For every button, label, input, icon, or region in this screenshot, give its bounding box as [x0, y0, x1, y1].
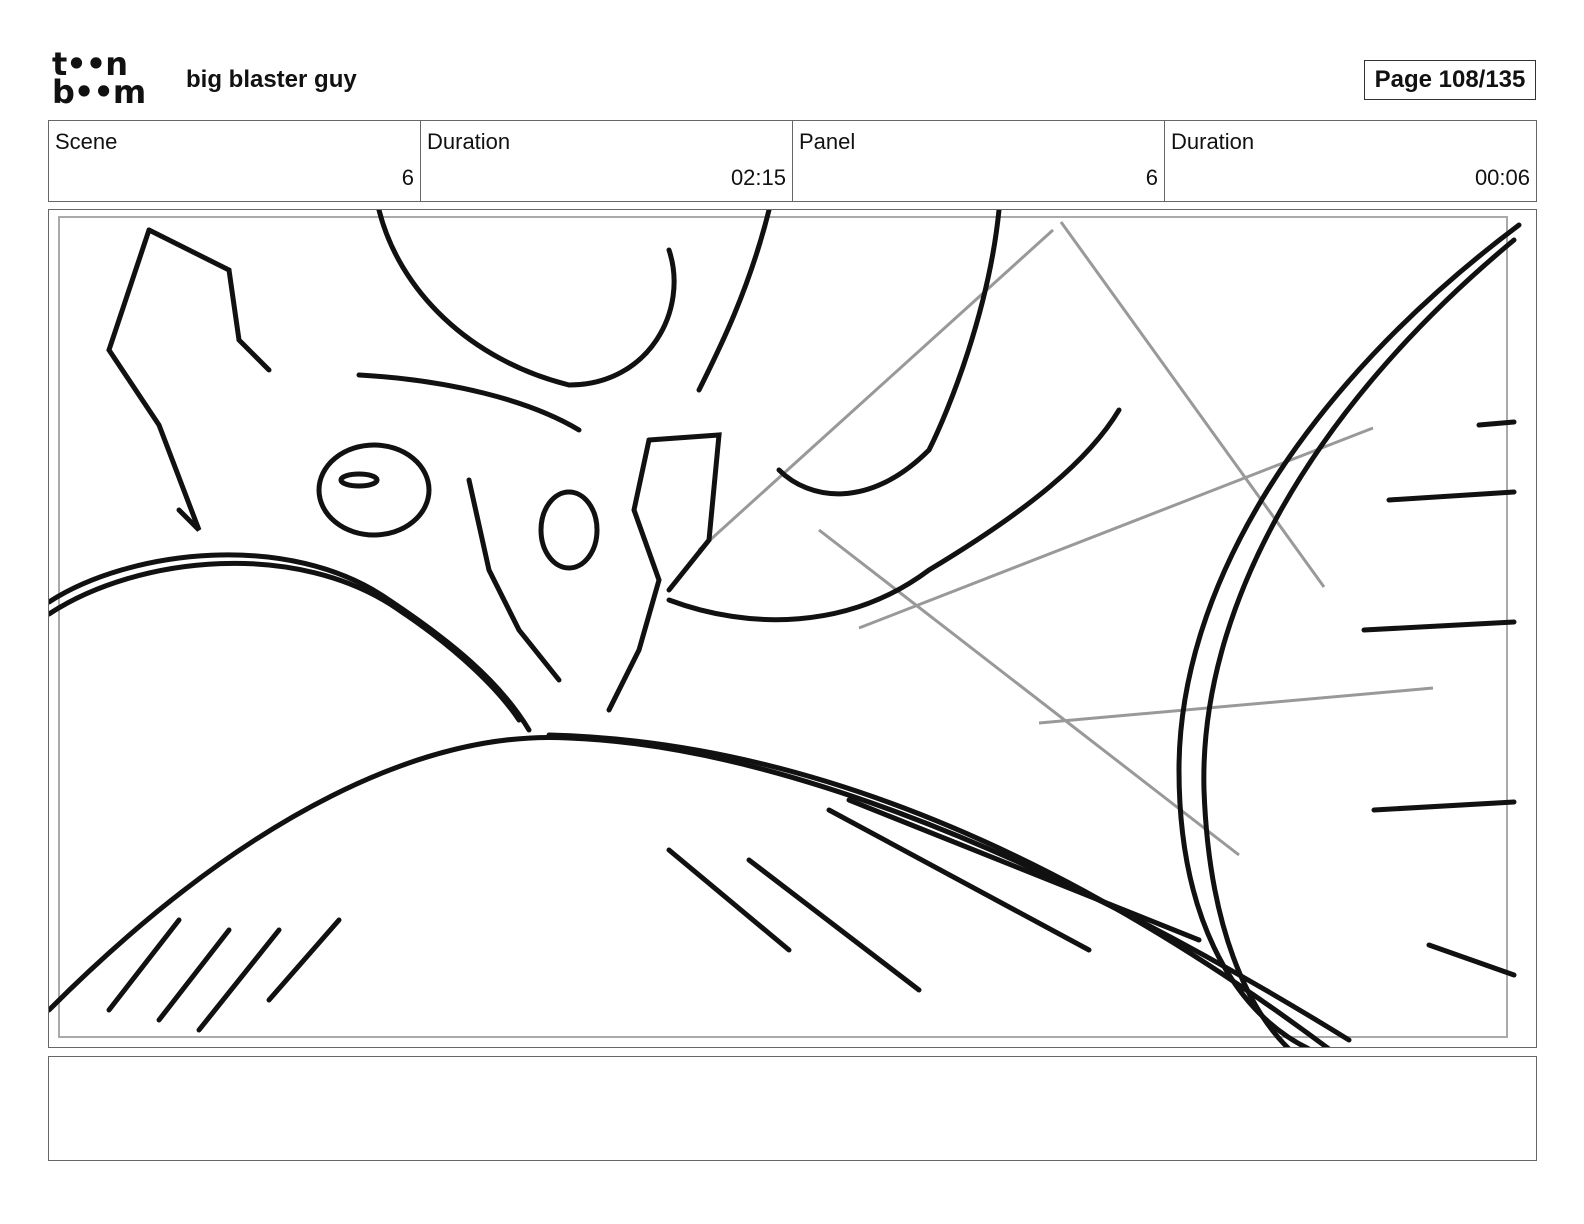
scene-duration-label: Duration	[427, 129, 511, 154]
safe-area-frame	[58, 216, 1508, 1038]
panel-duration-value: 00:06	[1474, 165, 1530, 190]
panel-value: 6	[1145, 165, 1158, 190]
panel-label: Panel	[799, 129, 856, 154]
construction-lines	[697, 221, 1434, 857]
panel-duration-cell: Duration 00:06	[1165, 121, 1536, 201]
info-row: Scene 6 Duration 02:15 Panel 6 Duration …	[48, 120, 1537, 202]
notes-box	[48, 1056, 1537, 1161]
panel-cell: Panel 6	[793, 121, 1165, 201]
ink-sketch	[49, 210, 1522, 1047]
panel-duration-label: Duration	[1171, 129, 1255, 154]
project-title: big blaster guy	[186, 66, 357, 93]
scene-cell: Scene 6	[49, 121, 421, 201]
page-number: Page 108/135	[1364, 60, 1536, 100]
logo-text-bottom: b••m	[52, 73, 146, 111]
scene-label: Scene	[55, 129, 118, 154]
scene-duration-cell: Duration 02:15	[421, 121, 793, 201]
scene-duration-value: 02:15	[730, 165, 786, 190]
panel-sketch	[49, 210, 1522, 1047]
scene-value: 6	[401, 165, 414, 190]
storyboard-panel	[48, 209, 1537, 1048]
toonboom-logo: t••n b••m	[52, 48, 164, 112]
